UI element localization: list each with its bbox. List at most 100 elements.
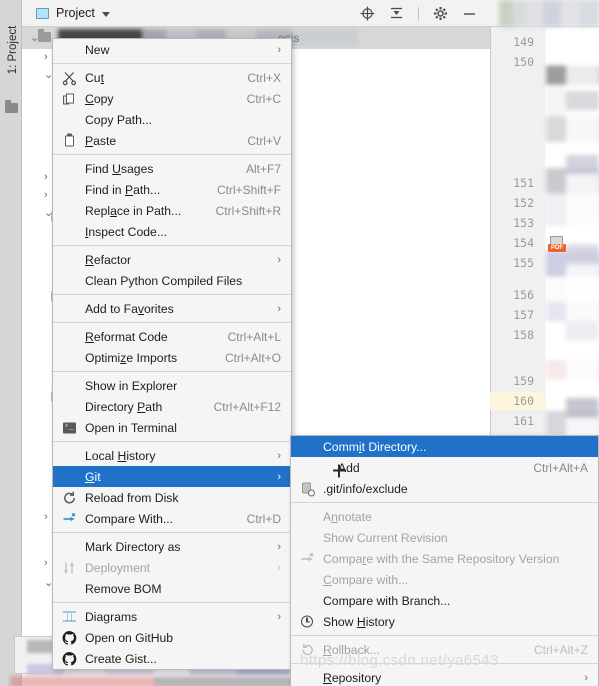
context-menu-item-mark-directory-as[interactable]: Mark Directory as ›: [53, 536, 291, 557]
git-submenu-item-show-history[interactable]: Show History: [291, 611, 598, 632]
menu-item-label: Remove BOM: [85, 581, 162, 596]
git-submenu-item-compare-with-the-same-repository-version: Compare with the Same Repository Version: [291, 548, 598, 569]
menu-separator: [53, 371, 291, 372]
menu-item-label: Replace in Path...: [85, 203, 182, 218]
git-submenu-item-repository[interactable]: Repository ›: [291, 667, 598, 686]
line-number: 159: [513, 374, 534, 388]
project-toolwindow-header: Project: [22, 0, 599, 27]
menu-item-label: Show Current Revision: [323, 530, 448, 545]
menu-item-label: Compare with the Same Repository Version: [323, 551, 560, 566]
git-submenu-item-add[interactable]: Add Ctrl+Alt+A: [291, 457, 598, 478]
context-menu-item-compare-with[interactable]: Compare With... Ctrl+D: [53, 508, 291, 529]
menu-item-label: .git/info/exclude: [323, 481, 408, 496]
menu-item-label: Optimize Imports: [85, 350, 178, 365]
settings-gear-icon[interactable]: [433, 6, 448, 21]
git-submenu[interactable]: Commit Directory... Add Ctrl+Alt+A .git/inf…: [290, 435, 599, 686]
menu-item-shortcut: Ctrl+Shift+R: [215, 203, 281, 218]
context-menu-item-cut[interactable]: Cut Ctrl+X: [53, 67, 291, 88]
tree-expand-chevron[interactable]: ›: [44, 512, 48, 523]
context-menu-item-replace-in-path[interactable]: Replace in Path... Ctrl+Shift+R: [53, 200, 291, 221]
context-menu-item-directory-path[interactable]: Directory Path Ctrl+Alt+F12: [53, 396, 291, 417]
line-number: 149: [513, 35, 534, 49]
github-icon: [62, 651, 77, 666]
context-menu[interactable]: New › Cut Ctrl+X Copy Ctrl+C Copy Path... Paste…: [52, 38, 292, 670]
context-menu-item-reformat-code[interactable]: Reformat Code Ctrl+Alt+L: [53, 326, 291, 347]
context-menu-item-find-in-path[interactable]: Find in Path... Ctrl+Shift+F: [53, 179, 291, 200]
context-menu-item-remove-bom[interactable]: Remove BOM: [53, 578, 291, 599]
line-number: 158: [513, 328, 534, 342]
context-menu-item-clean-python-compiled-files[interactable]: Clean Python Compiled Files: [53, 270, 291, 291]
chevron-right-icon: ›: [277, 540, 281, 553]
context-menu-item-inspect-code[interactable]: Inspect Code...: [53, 221, 291, 242]
menu-separator: [53, 245, 291, 246]
line-number: 161: [513, 414, 534, 428]
menu-item-shortcut: Ctrl+Alt+O: [224, 350, 281, 365]
tree-expand-chevron[interactable]: ›: [44, 172, 48, 183]
diagram-icon: [62, 609, 77, 624]
menu-separator: [53, 154, 291, 155]
context-menu-item-paste[interactable]: Paste Ctrl+V: [53, 130, 291, 151]
chevron-right-icon: ›: [277, 302, 281, 315]
menu-item-label: Inspect Code...: [85, 224, 167, 239]
tree-expand-chevron[interactable]: ›: [44, 558, 48, 569]
menu-item-label: Rollback...: [323, 642, 380, 657]
context-menu-item-local-history[interactable]: Local History ›: [53, 445, 291, 466]
menu-item-label: Find Usages: [85, 161, 154, 176]
chevron-right-icon: ›: [584, 671, 588, 684]
git-exclude-icon: [300, 481, 315, 496]
git-submenu-item-git-info-exclude[interactable]: .git/info/exclude: [291, 478, 598, 499]
project-folder-icon[interactable]: [5, 100, 18, 113]
menu-item-label: Compare With...: [85, 511, 174, 526]
menu-item-label: Clean Python Compiled Files: [85, 273, 243, 288]
menu-item-label: Deployment: [85, 560, 151, 575]
menu-item-label: Show History: [323, 614, 395, 629]
git-submenu-item-rollback: Rollback... Ctrl+Alt+Z: [291, 639, 598, 660]
context-menu-item-find-usages[interactable]: Find Usages Alt+F7: [53, 158, 291, 179]
collapse-all-icon[interactable]: [389, 6, 404, 21]
chevron-down-icon[interactable]: [102, 12, 110, 17]
context-menu-item-deployment: Deployment ›: [53, 557, 291, 578]
sidebar-item-project[interactable]: 1: Project: [7, 15, 19, 85]
git-submenu-item-commit-directory[interactable]: Commit Directory...: [291, 436, 598, 457]
tree-expand-chevron[interactable]: ⌄: [30, 33, 39, 44]
menu-item-shortcut: Ctrl+Alt+L: [227, 329, 281, 344]
menu-item-shortcut: Ctrl+V: [247, 133, 281, 148]
context-menu-item-git[interactable]: Git ›: [53, 466, 291, 487]
menu-item-label: Copy Path...: [85, 112, 153, 127]
tree-expand-chevron[interactable]: ›: [44, 52, 48, 63]
screenshot-root: esis ⌄ › ⌄ › › ⌄ › › ⌄ 14915015115215315…: [0, 0, 599, 686]
menu-item-label: Compare with...: [323, 572, 409, 587]
context-menu-item-copy[interactable]: Copy Ctrl+C: [53, 88, 291, 109]
context-menu-item-optimize-imports[interactable]: Optimize Imports Ctrl+Alt+O: [53, 347, 291, 368]
context-menu-item-open-on-github[interactable]: Open on GitHub: [53, 627, 291, 648]
context-menu-item-reload-from-disk[interactable]: Reload from Disk: [53, 487, 291, 508]
line-number: 155: [513, 256, 534, 270]
menu-item-label: Paste: [85, 133, 117, 148]
toolbar-divider: [418, 6, 419, 21]
menu-separator: [291, 502, 598, 503]
context-menu-item-copy-path[interactable]: Copy Path...: [53, 109, 291, 130]
context-menu-item-refactor[interactable]: Refactor ›: [53, 249, 291, 270]
menu-item-label: Commit Directory...: [323, 439, 427, 454]
rollback-icon: [300, 642, 315, 657]
terminal-icon: [62, 420, 77, 435]
reload-icon: [62, 490, 77, 505]
minimize-icon[interactable]: [462, 6, 477, 21]
locate-icon[interactable]: [360, 6, 375, 21]
menu-item-label: Reformat Code: [85, 329, 168, 344]
menu-item-label: Compare with Branch...: [323, 593, 451, 608]
context-menu-item-create-gist[interactable]: Create Gist...: [53, 648, 291, 669]
tree-expand-chevron[interactable]: ›: [44, 190, 48, 201]
menu-item-shortcut: Ctrl+Shift+F: [216, 182, 281, 197]
context-menu-item-show-in-explorer[interactable]: Show in Explorer: [53, 375, 291, 396]
context-menu-item-new[interactable]: New ›: [53, 39, 291, 60]
menu-item-shortcut: Ctrl+X: [247, 70, 281, 85]
menu-separator: [53, 294, 291, 295]
menu-separator: [291, 663, 598, 664]
menu-item-label: Copy: [85, 91, 114, 106]
git-submenu-item-compare-with-branch[interactable]: Compare with Branch...: [291, 590, 598, 611]
context-menu-item-add-to-favorites[interactable]: Add to Favorites ›: [53, 298, 291, 319]
context-menu-item-open-in-terminal[interactable]: Open in Terminal: [53, 417, 291, 438]
context-menu-item-diagrams[interactable]: Diagrams ›: [53, 606, 291, 627]
line-number: 156: [513, 288, 534, 302]
